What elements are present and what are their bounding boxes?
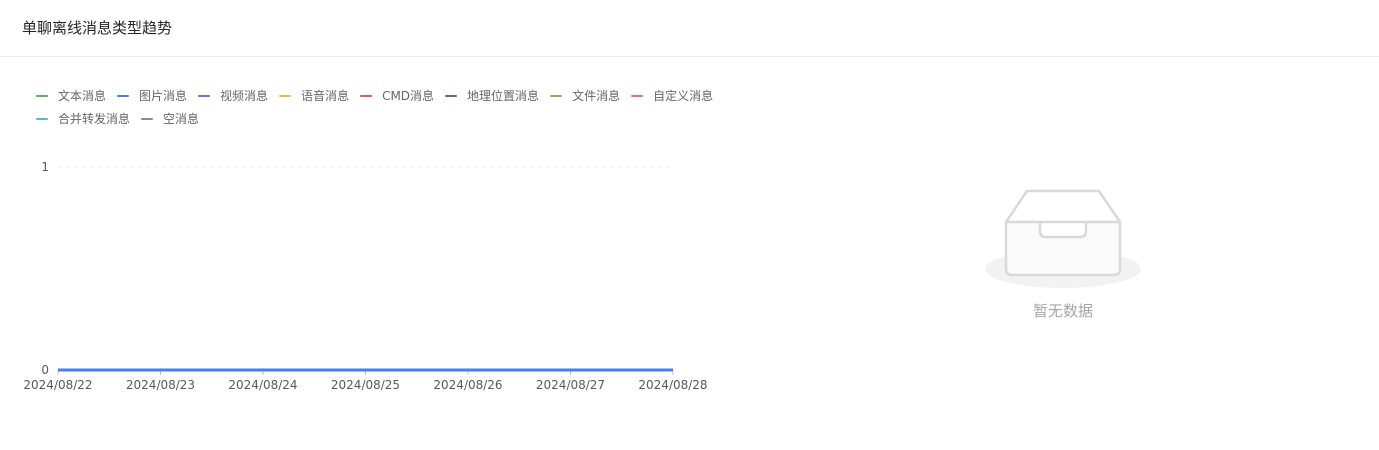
- y-tick-label: 1: [41, 160, 49, 174]
- x-tick-label: 2024/08/27: [536, 378, 605, 392]
- x-tick-label: 2024/08/24: [228, 378, 297, 392]
- y-tick-label: 0: [41, 363, 49, 377]
- empty-state-text: 暂无数据: [1032, 302, 1093, 320]
- empty-inbox-icon: [985, 189, 1141, 288]
- x-tick-label: 2024/08/23: [126, 378, 195, 392]
- x-tick-label: 2024/08/25: [331, 378, 400, 392]
- offline-message-type-trend-card: 单聊离线消息类型趋势 文本消息 图片消息 视频消息 语音消息 CMD消息 地理位置消息 文件…: [0, 0, 1379, 450]
- x-tick-label: 2024/08/28: [638, 378, 707, 392]
- x-tick-label: 2024/08/22: [23, 378, 92, 392]
- trend-line-chart: 0 1 2024/08/22 2024/08/23 2024/08/24 2024/08/…: [23, 160, 707, 392]
- x-tick-label: 2024/08/26: [433, 378, 502, 392]
- empty-state: 暂无数据: [983, 185, 1143, 325]
